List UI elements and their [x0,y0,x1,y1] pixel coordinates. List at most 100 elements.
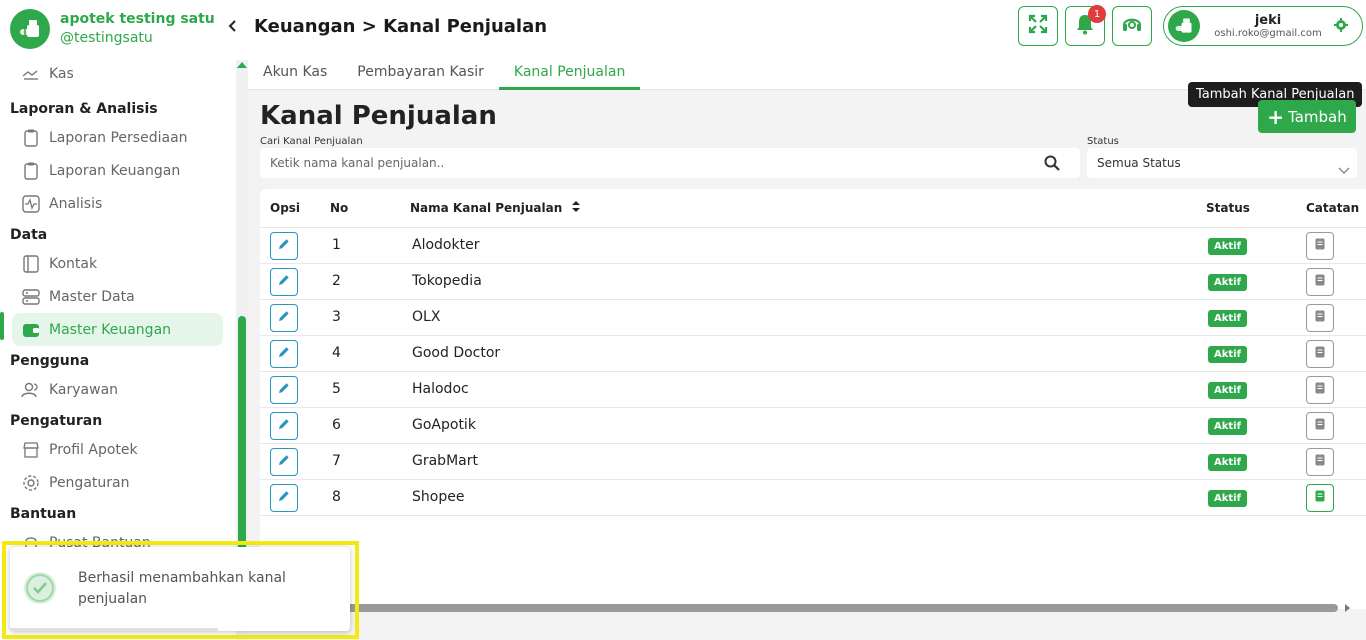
avatar [1168,10,1200,42]
note-icon [1315,382,1325,398]
clipboard-icon [21,128,41,148]
channel-name: Alodokter [412,237,480,253]
brand-name: apotek testing satu [60,11,215,27]
note-button[interactable] [1306,412,1334,440]
sidebar-item-laporan-persediaan[interactable]: Laporan Persediaan [12,121,223,154]
sidebar-item-label: Pengaturan [49,474,130,491]
search-icon[interactable] [1044,155,1060,175]
database-icon [21,287,41,307]
app-root: apotek testing satu @testingsatu Kas Lap… [0,0,1366,640]
sidebar-item-profil-apotek[interactable]: Profil Apotek [12,433,223,466]
user-name: jeki [1254,12,1282,28]
edit-button[interactable] [270,412,298,440]
settings-gear-icon[interactable] [1334,17,1348,36]
edit-button[interactable] [270,448,298,476]
sidebar-section-title: Data [10,227,48,243]
note-button[interactable] [1306,232,1334,260]
sidebar-item-label: Kas [49,66,74,82]
note-button[interactable] [1306,340,1334,368]
edit-button[interactable] [270,268,298,296]
sidebar-item-laporan-keuangan[interactable]: Laporan Keuangan [12,154,223,187]
column-header-nama[interactable]: Nama Kanal Penjualan [410,201,581,215]
sidebar-item-pengaturan[interactable]: Pengaturan [12,466,223,499]
sidebar-item-label: Analisis [49,195,103,212]
main-content: Kanal Penjualan Tambah Kanal Penjualan +… [248,82,1366,640]
status-badge: Aktif [1208,274,1247,291]
channel-name: GoApotik [412,417,476,433]
sidebar-item-label: Profil Apotek [49,441,138,458]
notifications-button[interactable]: 1 [1065,5,1106,46]
edit-button[interactable] [270,340,298,368]
status-select[interactable]: Semua Status [1087,148,1357,178]
table-row: 7 GrabMart Aktif [260,444,1366,480]
table-row: 6 GoApotik Aktif [260,408,1366,444]
note-button[interactable] [1306,376,1334,404]
table-header: Opsi No Nama Kanal Penjualan Status Cata… [260,189,1366,228]
sidebar-item-label: Master Data [49,288,135,305]
sidebar-item-label: Laporan Keuangan [49,162,181,179]
table-row: 4 Good Doctor Aktif [260,336,1366,372]
add-channel-button[interactable]: + Tambah [1258,100,1356,133]
edit-button[interactable] [270,484,298,512]
note-icon [1315,274,1325,290]
row-number: 3 [332,309,341,325]
note-button[interactable] [1306,484,1334,512]
search-label: Cari Kanal Penjualan [260,136,363,147]
edit-button[interactable] [270,232,298,260]
support-button[interactable] [1112,6,1152,46]
status-badge: Aktif [1208,310,1247,327]
sort-icon[interactable] [572,201,581,215]
edit-button[interactable] [270,304,298,332]
edit-button[interactable] [270,376,298,404]
row-number: 6 [332,417,341,433]
pencil-icon [278,310,290,326]
expand-icon [1028,14,1048,38]
note-icon [1315,418,1325,434]
table-row: 5 Halodoc Aktif [260,372,1366,408]
tab-akun-kas[interactable]: Akun Kas [248,54,342,90]
sidebar-item-kas[interactable]: Kas [12,60,223,88]
user-profile-menu[interactable]: jeki oshi.roko@gmail.com [1163,6,1363,46]
tab-pembayaran-kasir[interactable]: Pembayaran Kasir [342,54,499,90]
column-header-label: Nama Kanal Penjualan [410,201,563,215]
note-icon [1315,346,1325,362]
sidebar-item-kontak[interactable]: Kontak [12,247,223,280]
search-field [260,148,1080,178]
row-number: 5 [332,381,341,397]
brand-handle: @testingsatu [60,30,153,46]
horizontal-scrollbar[interactable] [248,604,1338,612]
channel-name: Shopee [412,489,465,505]
sidebar-item-label: Laporan Persediaan [49,129,188,146]
channel-name: Halodoc [412,381,469,397]
sidebar-section-title: Pengguna [10,353,90,369]
sidebar-item-master-keuangan[interactable]: Master Keuangan [12,313,223,346]
tab-kanal-penjualan[interactable]: Kanal Penjualan [498,54,641,90]
content-title: Kanal Penjualan [260,101,497,131]
collapse-sidebar-chevron-icon[interactable] [228,20,238,36]
gear-icon [21,473,41,493]
sidebar-item-karyawan[interactable]: Karyawan [12,373,223,406]
pharmacy-logo-icon [10,9,50,49]
chevron-down-icon [1337,157,1351,187]
status-badge: Aktif [1208,418,1247,435]
pencil-icon [278,418,290,434]
activity-icon [21,194,41,214]
pencil-icon [278,346,290,362]
notification-count-badge: 1 [1088,5,1106,23]
status-badge: Aktif [1208,454,1247,471]
scroll-right-arrow-icon[interactable] [1345,604,1350,612]
sidebar-section-title: Bantuan [10,506,77,522]
fullscreen-button[interactable] [1018,6,1058,46]
scroll-up-arrow-icon[interactable] [237,62,247,68]
brand[interactable]: apotek testing satu @testingsatu [10,9,215,49]
row-number: 4 [332,345,341,361]
note-button[interactable] [1306,268,1334,296]
note-button[interactable] [1306,448,1334,476]
sidebar-item-master-data[interactable]: Master Data [12,280,223,313]
success-toast[interactable]: Berhasil menambahkan kanal penjualan [10,547,350,631]
row-number: 2 [332,273,341,289]
sidebar-item-analisis[interactable]: Analisis [12,187,223,220]
row-number: 7 [332,453,341,469]
note-button[interactable] [1306,304,1334,332]
search-input[interactable] [260,148,1020,178]
